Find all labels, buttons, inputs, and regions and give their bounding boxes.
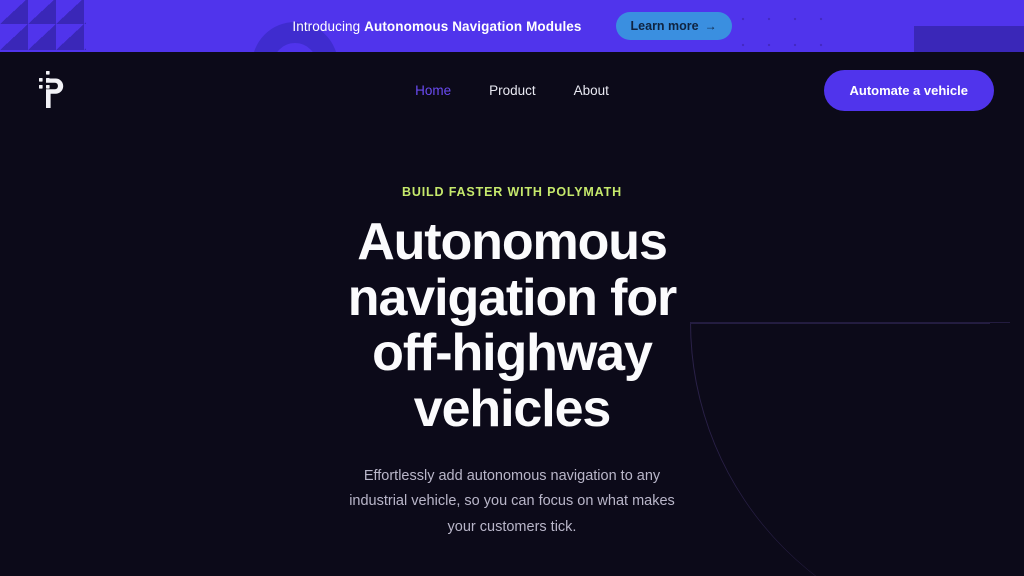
nav-item-home[interactable]: Home [415, 83, 451, 98]
learn-more-button[interactable]: Learn more → [615, 12, 732, 40]
banner-dot-grid-decoration [726, 0, 836, 52]
banner-content: Introducing Autonomous Navigation Module… [292, 12, 732, 40]
arrow-right-icon: → [704, 19, 717, 33]
banner-intro-text: Introducing [292, 18, 361, 34]
triangle-pattern-decoration [0, 0, 86, 50]
hero-subheadline: Effortlessly add autonomous navigation t… [349, 467, 675, 536]
hero-content: BUILD FASTER WITH POLYMATH Autonomous na… [0, 128, 1024, 541]
announcement-banner: Introducing Autonomous Navigation Module… [0, 0, 1024, 52]
automate-a-vehicle-button[interactable]: Automate a vehicle [823, 69, 994, 111]
polymath-logo-icon [39, 71, 64, 108]
main-navigation: Home Product About Automate a vehicle [0, 52, 1024, 128]
banner-highlight-text: Autonomous Navigation Modules [364, 18, 582, 34]
banner-corner-rectangle-top-decoration [982, 0, 1024, 26]
nav-item-product[interactable]: Product [489, 83, 536, 98]
nav-item-about[interactable]: About [574, 83, 609, 98]
hero-headline: Autonomous navigation for off-highway ve… [347, 213, 677, 438]
learn-more-label: Learn more [630, 19, 699, 33]
polymath-logo-link[interactable] [30, 68, 70, 112]
hero-section: BUILD FASTER WITH POLYMATH Autonomous na… [0, 128, 1024, 576]
banner-corner-rectangle-decoration [914, 26, 1024, 52]
banner-message: Introducing Autonomous Navigation Module… [292, 19, 581, 34]
hero-eyebrow: BUILD FASTER WITH POLYMATH [401, 185, 622, 199]
